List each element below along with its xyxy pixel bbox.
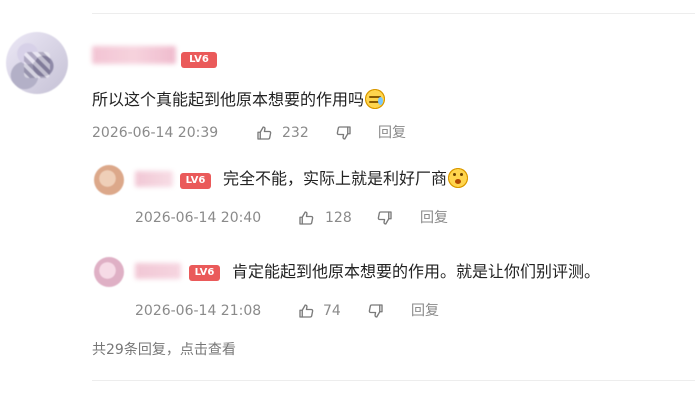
shocked-face-emoji-icon bbox=[448, 168, 469, 188]
main-comment-meta: 2026-06-14 20:39 232 回复 bbox=[92, 123, 422, 143]
reply-name-blurred[interactable] bbox=[135, 171, 173, 187]
reply-meta: 2026-06-14 20:40 128 回复 bbox=[135, 208, 465, 228]
thumbs-up-icon[interactable] bbox=[297, 209, 315, 227]
reply-timestamp: 2026-06-14 21:08 bbox=[135, 303, 262, 319]
reply-like-count: 128 bbox=[325, 210, 352, 226]
reply-button[interactable]: 回复 bbox=[378, 123, 406, 143]
reply-text: 完全不能，实际上就是利好厂商 bbox=[223, 168, 469, 190]
main-commenter-avatar[interactable] bbox=[6, 32, 68, 94]
reply-avatar[interactable] bbox=[94, 257, 124, 287]
reply-button[interactable]: 回复 bbox=[411, 301, 439, 321]
main-comment-body: 所以这个真能起到他原本想要的作用吗 bbox=[92, 90, 365, 109]
reply-name-blurred[interactable] bbox=[135, 263, 181, 279]
level-badge: LV6 bbox=[181, 52, 217, 68]
crying-face-emoji-icon bbox=[365, 89, 386, 109]
reply-avatar[interactable] bbox=[94, 165, 124, 195]
thumbs-down-icon[interactable] bbox=[367, 302, 385, 320]
thumbs-down-icon[interactable] bbox=[376, 209, 394, 227]
reply-text: 肯定能起到他原本想要的作用。就是让你们别评测。 bbox=[232, 261, 600, 283]
main-comment-timestamp: 2026-06-14 20:39 bbox=[92, 125, 219, 141]
main-comment-text: 所以这个真能起到他原本想要的作用吗 bbox=[92, 89, 386, 111]
view-more-replies-link[interactable]: 共29条回复，点击查看 bbox=[92, 340, 236, 360]
reply-like-count: 74 bbox=[323, 303, 341, 319]
reply-body: 肯定能起到他原本想要的作用。就是让你们别评测。 bbox=[232, 262, 601, 281]
main-comment-like-count: 232 bbox=[282, 125, 309, 141]
reply-timestamp: 2026-06-14 20:40 bbox=[135, 210, 262, 226]
reply-meta: 2026-06-14 21:08 74 回复 bbox=[135, 301, 465, 321]
thumbs-up-icon[interactable] bbox=[297, 302, 315, 320]
level-badge: LV6 bbox=[189, 265, 220, 281]
top-divider bbox=[92, 13, 695, 14]
thumbs-down-icon[interactable] bbox=[335, 124, 353, 142]
level-badge: LV6 bbox=[180, 173, 211, 189]
main-commenter-name-blurred[interactable] bbox=[92, 46, 176, 64]
comment-thread: LV6 所以这个真能起到他原本想要的作用吗 2026-06-14 20:39 2… bbox=[0, 0, 695, 395]
bottom-divider bbox=[92, 380, 695, 381]
reply-button[interactable]: 回复 bbox=[420, 208, 448, 228]
thumbs-up-icon[interactable] bbox=[255, 124, 273, 142]
reply-body: 完全不能，实际上就是利好厂商 bbox=[223, 169, 448, 188]
